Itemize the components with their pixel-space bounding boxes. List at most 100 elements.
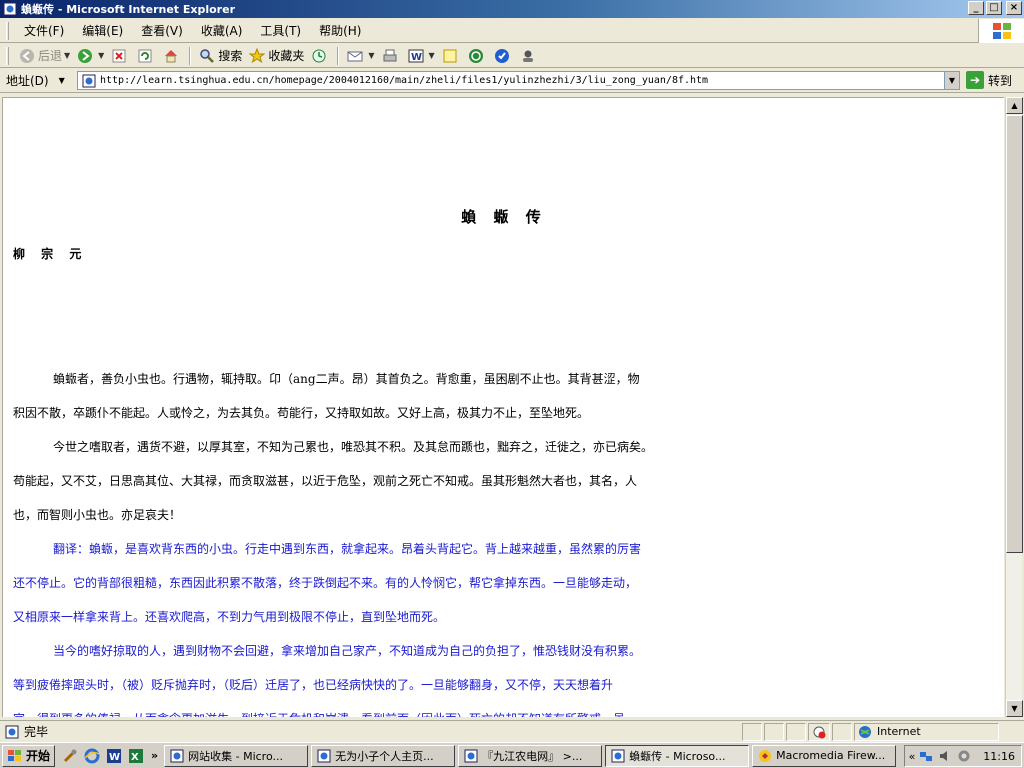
zone-label: Internet bbox=[877, 725, 921, 738]
home-button[interactable] bbox=[159, 45, 185, 67]
search-button[interactable]: 搜索 bbox=[195, 45, 245, 67]
quick-launch-more[interactable]: » bbox=[151, 749, 158, 762]
menu-grip[interactable] bbox=[6, 21, 9, 40]
contacts-button[interactable] bbox=[516, 45, 542, 67]
quick-launch-word-icon[interactable]: W bbox=[105, 747, 123, 765]
discuss-button[interactable] bbox=[438, 45, 464, 67]
translation-line: 当今的嗜好掠取的人，遇到财物不会回避，拿来增加自己家产，不知道成为自己的负担了，… bbox=[53, 644, 642, 658]
quick-launch-tool-icon[interactable] bbox=[61, 747, 79, 765]
start-button[interactable]: 开始 bbox=[2, 744, 56, 767]
stop-button[interactable] bbox=[107, 45, 133, 67]
mail-button[interactable]: ▼ bbox=[343, 45, 377, 67]
back-arrow-icon bbox=[18, 47, 36, 65]
quick-launch-excel-icon[interactable]: X bbox=[127, 747, 145, 765]
messenger-icon bbox=[493, 47, 511, 65]
go-button[interactable]: ➔ 转到 bbox=[966, 71, 1012, 89]
menu-view[interactable]: 查看(V) bbox=[132, 20, 192, 41]
go-label: 转到 bbox=[988, 73, 1013, 88]
menu-help[interactable]: 帮助(H) bbox=[310, 20, 370, 41]
search-icon bbox=[198, 47, 216, 65]
page-title: 蝜 蝂 传 bbox=[461, 208, 547, 226]
refresh-icon bbox=[136, 47, 154, 65]
task-label: 无为小子个人主页... bbox=[335, 749, 434, 763]
go-arrow-icon: ➔ bbox=[966, 71, 984, 89]
search-label: 搜索 bbox=[218, 49, 243, 63]
ie-task-icon bbox=[463, 748, 479, 764]
address-bar: 地址(D) ▼ http://learn.tsinghua.edu.cn/hom… bbox=[0, 69, 1024, 93]
print-button[interactable] bbox=[378, 45, 404, 67]
svg-text:W: W bbox=[109, 752, 120, 763]
status-text: 完毕 bbox=[24, 725, 49, 739]
fireworks-icon bbox=[757, 748, 773, 764]
globe-button[interactable] bbox=[464, 45, 490, 67]
translation-line: 还不停止。它的背部很粗糙，东西因此积累不散落，终于跌倒起不来。有的人怜悯它，帮它… bbox=[13, 576, 638, 590]
task-button-active[interactable]: 蝜蝂传 - Microso... bbox=[605, 744, 750, 767]
author-name: 柳 宗 元 bbox=[13, 247, 88, 261]
clock[interactable]: 11:16 bbox=[983, 750, 1015, 763]
vertical-scrollbar[interactable]: ▲ ▼ bbox=[1005, 97, 1023, 717]
svg-text:W: W bbox=[411, 52, 422, 63]
menu-favorites[interactable]: 收藏(A) bbox=[192, 20, 252, 41]
security-tray-icon[interactable] bbox=[956, 748, 972, 764]
page-done-icon bbox=[4, 724, 20, 740]
address-url[interactable]: http://learn.tsinghua.edu.cn/homepage/20… bbox=[100, 75, 944, 86]
edit-dropdown-icon[interactable]: ▼ bbox=[429, 51, 435, 60]
menu-file[interactable]: 文件(F) bbox=[15, 20, 73, 41]
task-label: 网站收集 - Micro... bbox=[188, 749, 283, 763]
task-label: Macromedia Firew... bbox=[776, 749, 886, 762]
back-button[interactable]: 后退 ▼ bbox=[15, 45, 73, 67]
internet-globe-icon bbox=[857, 724, 873, 740]
status-panel bbox=[742, 722, 762, 741]
status-panel bbox=[786, 722, 806, 741]
ie-task-icon bbox=[316, 748, 332, 764]
minimize-button[interactable]: _ bbox=[968, 1, 984, 15]
history-button[interactable] bbox=[307, 45, 333, 67]
mail-dropdown-icon[interactable]: ▼ bbox=[368, 51, 374, 60]
scroll-thumb[interactable] bbox=[1006, 115, 1023, 553]
toolbar-grip[interactable] bbox=[6, 46, 9, 65]
status-panel bbox=[832, 722, 852, 741]
favorites-button[interactable]: 收藏夹 bbox=[245, 45, 307, 67]
quick-launch: W X » bbox=[61, 747, 158, 765]
back-dropdown-icon[interactable]: ▼ bbox=[64, 51, 70, 60]
mail-icon bbox=[346, 47, 364, 65]
task-button[interactable]: Macromedia Firew... bbox=[752, 744, 897, 767]
task-label: 蝜蝂传 - Microso... bbox=[629, 749, 726, 763]
volume-icon[interactable] bbox=[937, 748, 953, 764]
popup-blocked-icon[interactable] bbox=[808, 722, 830, 741]
task-button[interactable]: 无为小子个人主页... bbox=[311, 744, 456, 767]
page-content[interactable]: 蝜 蝂 传 柳 宗 元 蝜蝂者，善负小虫也。行遇物，辄持取。卬（ang二声。昂）… bbox=[2, 97, 1004, 717]
network-icon[interactable] bbox=[918, 748, 934, 764]
close-button[interactable]: × bbox=[1006, 1, 1022, 15]
menu-tools[interactable]: 工具(T) bbox=[251, 20, 310, 41]
menu-bar: 文件(F) 编辑(E) 查看(V) 收藏(A) 工具(T) 帮助(H) bbox=[0, 19, 1024, 43]
text-line: 积因不散，卒踬仆不能起。人或怜之，为去其负。苟能行，又持取如故。又好上高，极其力… bbox=[13, 406, 590, 420]
ie-task-icon bbox=[169, 748, 185, 764]
scroll-down-button[interactable]: ▼ bbox=[1006, 700, 1023, 717]
maximize-button[interactable]: □ bbox=[986, 1, 1002, 15]
tray-expand-button[interactable]: « bbox=[909, 750, 916, 763]
refresh-button[interactable] bbox=[133, 45, 159, 67]
task-button[interactable]: 『九江农电网』 >... bbox=[458, 744, 603, 767]
edit-button[interactable]: W ▼ bbox=[404, 45, 438, 67]
address-dropdown-icon[interactable]: ▼ bbox=[944, 72, 959, 89]
messenger-button[interactable] bbox=[490, 45, 516, 67]
home-icon bbox=[162, 47, 180, 65]
forward-button[interactable]: ▼ bbox=[73, 45, 107, 67]
task-button[interactable]: 网站收集 - Micro... bbox=[164, 744, 309, 767]
taskbar: 开始 W X » 网站收集 - Micro... 无为小子个人主页... 『九江… bbox=[0, 742, 1024, 768]
history-icon bbox=[310, 47, 328, 65]
address-input[interactable]: http://learn.tsinghua.edu.cn/homepage/20… bbox=[77, 71, 960, 90]
forward-dropdown-icon[interactable]: ▼ bbox=[98, 51, 104, 60]
quick-launch-ie-icon[interactable] bbox=[83, 747, 101, 765]
toolbar-separator bbox=[337, 46, 340, 65]
menu-edit[interactable]: 编辑(E) bbox=[73, 20, 132, 41]
svg-text:X: X bbox=[131, 752, 139, 763]
task-list: 网站收集 - Micro... 无为小子个人主页... 『九江农电网』 >...… bbox=[164, 744, 897, 767]
scroll-up-button[interactable]: ▲ bbox=[1006, 97, 1023, 114]
system-tray: « 11:16 bbox=[903, 745, 1022, 767]
contacts-icon bbox=[519, 47, 537, 65]
windows-flag-icon bbox=[7, 748, 23, 764]
text-line: 蝜蝂者，善负小虫也。行遇物，辄持取。卬（ang二声。昂）其首负之。背愈重，虽困剧… bbox=[53, 372, 640, 386]
address-label-dropdown-icon[interactable]: ▼ bbox=[59, 76, 65, 85]
